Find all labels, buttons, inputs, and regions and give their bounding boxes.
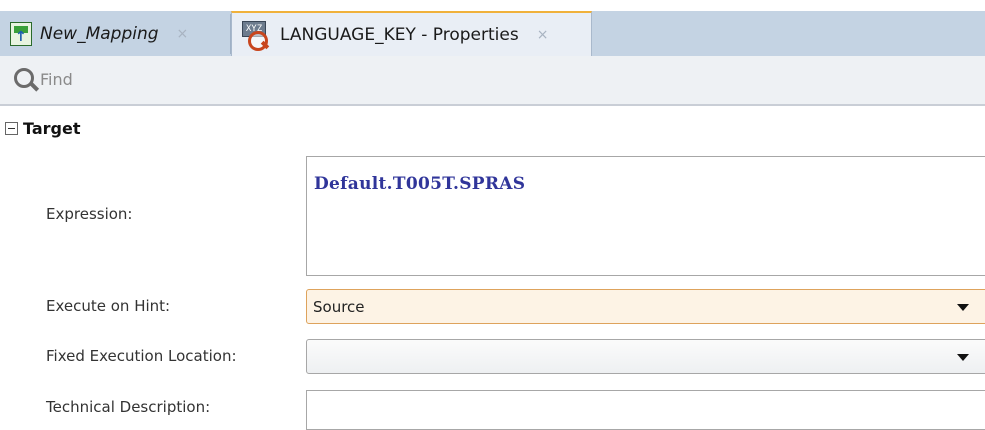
editor-tab-bar: New_Mapping × XYZ LANGUAGE_KEY - Propert… <box>0 0 985 56</box>
tab-new-mapping[interactable]: New_Mapping × <box>0 11 230 56</box>
section-title: Target <box>23 118 81 138</box>
close-icon[interactable]: × <box>177 26 189 42</box>
collapse-icon[interactable] <box>5 121 18 135</box>
execute-on-hint-select[interactable]: Source <box>306 289 985 324</box>
tab-label: LANGUAGE_KEY - Properties <box>280 24 519 45</box>
tab-label: New_Mapping <box>40 23 159 44</box>
dropdown-arrow-icon[interactable] <box>957 354 969 361</box>
select-value: Source <box>313 298 365 316</box>
tab-language-key-properties[interactable]: XYZ LANGUAGE_KEY - Properties × <box>231 11 592 56</box>
find-bar <box>0 56 985 106</box>
expression-value: Default.T005T.SPRAS <box>314 174 526 194</box>
expression-field[interactable]: Default.T005T.SPRAS <box>306 156 985 276</box>
dropdown-arrow-icon[interactable] <box>957 304 969 311</box>
mapping-icon <box>10 21 32 46</box>
properties-icon: XYZ <box>242 20 272 51</box>
fixed-execution-location-select[interactable] <box>306 339 985 374</box>
find-input[interactable] <box>40 64 940 94</box>
search-icon[interactable] <box>14 68 34 88</box>
execute-on-hint-label: Execute on Hint: <box>46 297 171 315</box>
technical-description-field[interactable] <box>306 390 985 430</box>
technical-description-label: Technical Description: <box>46 398 211 416</box>
expression-label: Expression: <box>46 205 133 223</box>
close-icon[interactable]: × <box>537 27 549 43</box>
section-header-target[interactable]: Target <box>0 115 81 141</box>
fixed-execution-location-label: Fixed Execution Location: <box>46 347 237 365</box>
